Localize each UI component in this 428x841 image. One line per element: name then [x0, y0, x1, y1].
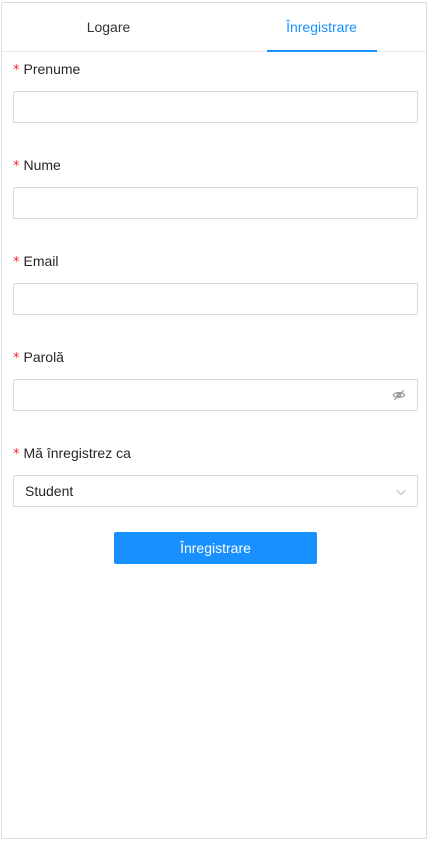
chevron-down-icon [396, 489, 406, 496]
required-mark: * [13, 351, 20, 366]
first-name-input[interactable] [13, 91, 418, 123]
tab-bar: Logare Înregistrare [2, 3, 426, 52]
last-name-label: * Nume [13, 157, 61, 174]
first-name-label: * Prenume [13, 61, 81, 78]
required-mark: * [13, 159, 20, 174]
register-button[interactable]: Înregistrare [114, 532, 317, 564]
password-field[interactable] [13, 379, 418, 411]
role-select[interactable]: Student [13, 475, 418, 507]
eye-invisible-icon[interactable] [392, 388, 406, 402]
role-label: * Mă înregistrez ca [13, 445, 131, 462]
required-mark: * [13, 255, 20, 270]
tab-register[interactable]: Înregistrare [215, 3, 428, 51]
last-name-input[interactable] [13, 187, 418, 219]
auth-card: Logare Înregistrare * Prenume * Nume * Emai… [1, 2, 427, 839]
required-mark: * [13, 447, 20, 462]
email-input[interactable] [13, 283, 418, 315]
email-label: * Email [13, 253, 59, 270]
tab-login[interactable]: Logare [2, 3, 215, 51]
password-label: * Parolă [13, 349, 64, 366]
role-select-value: Student [25, 483, 74, 499]
active-tab-indicator [267, 50, 377, 52]
required-mark: * [13, 63, 20, 78]
